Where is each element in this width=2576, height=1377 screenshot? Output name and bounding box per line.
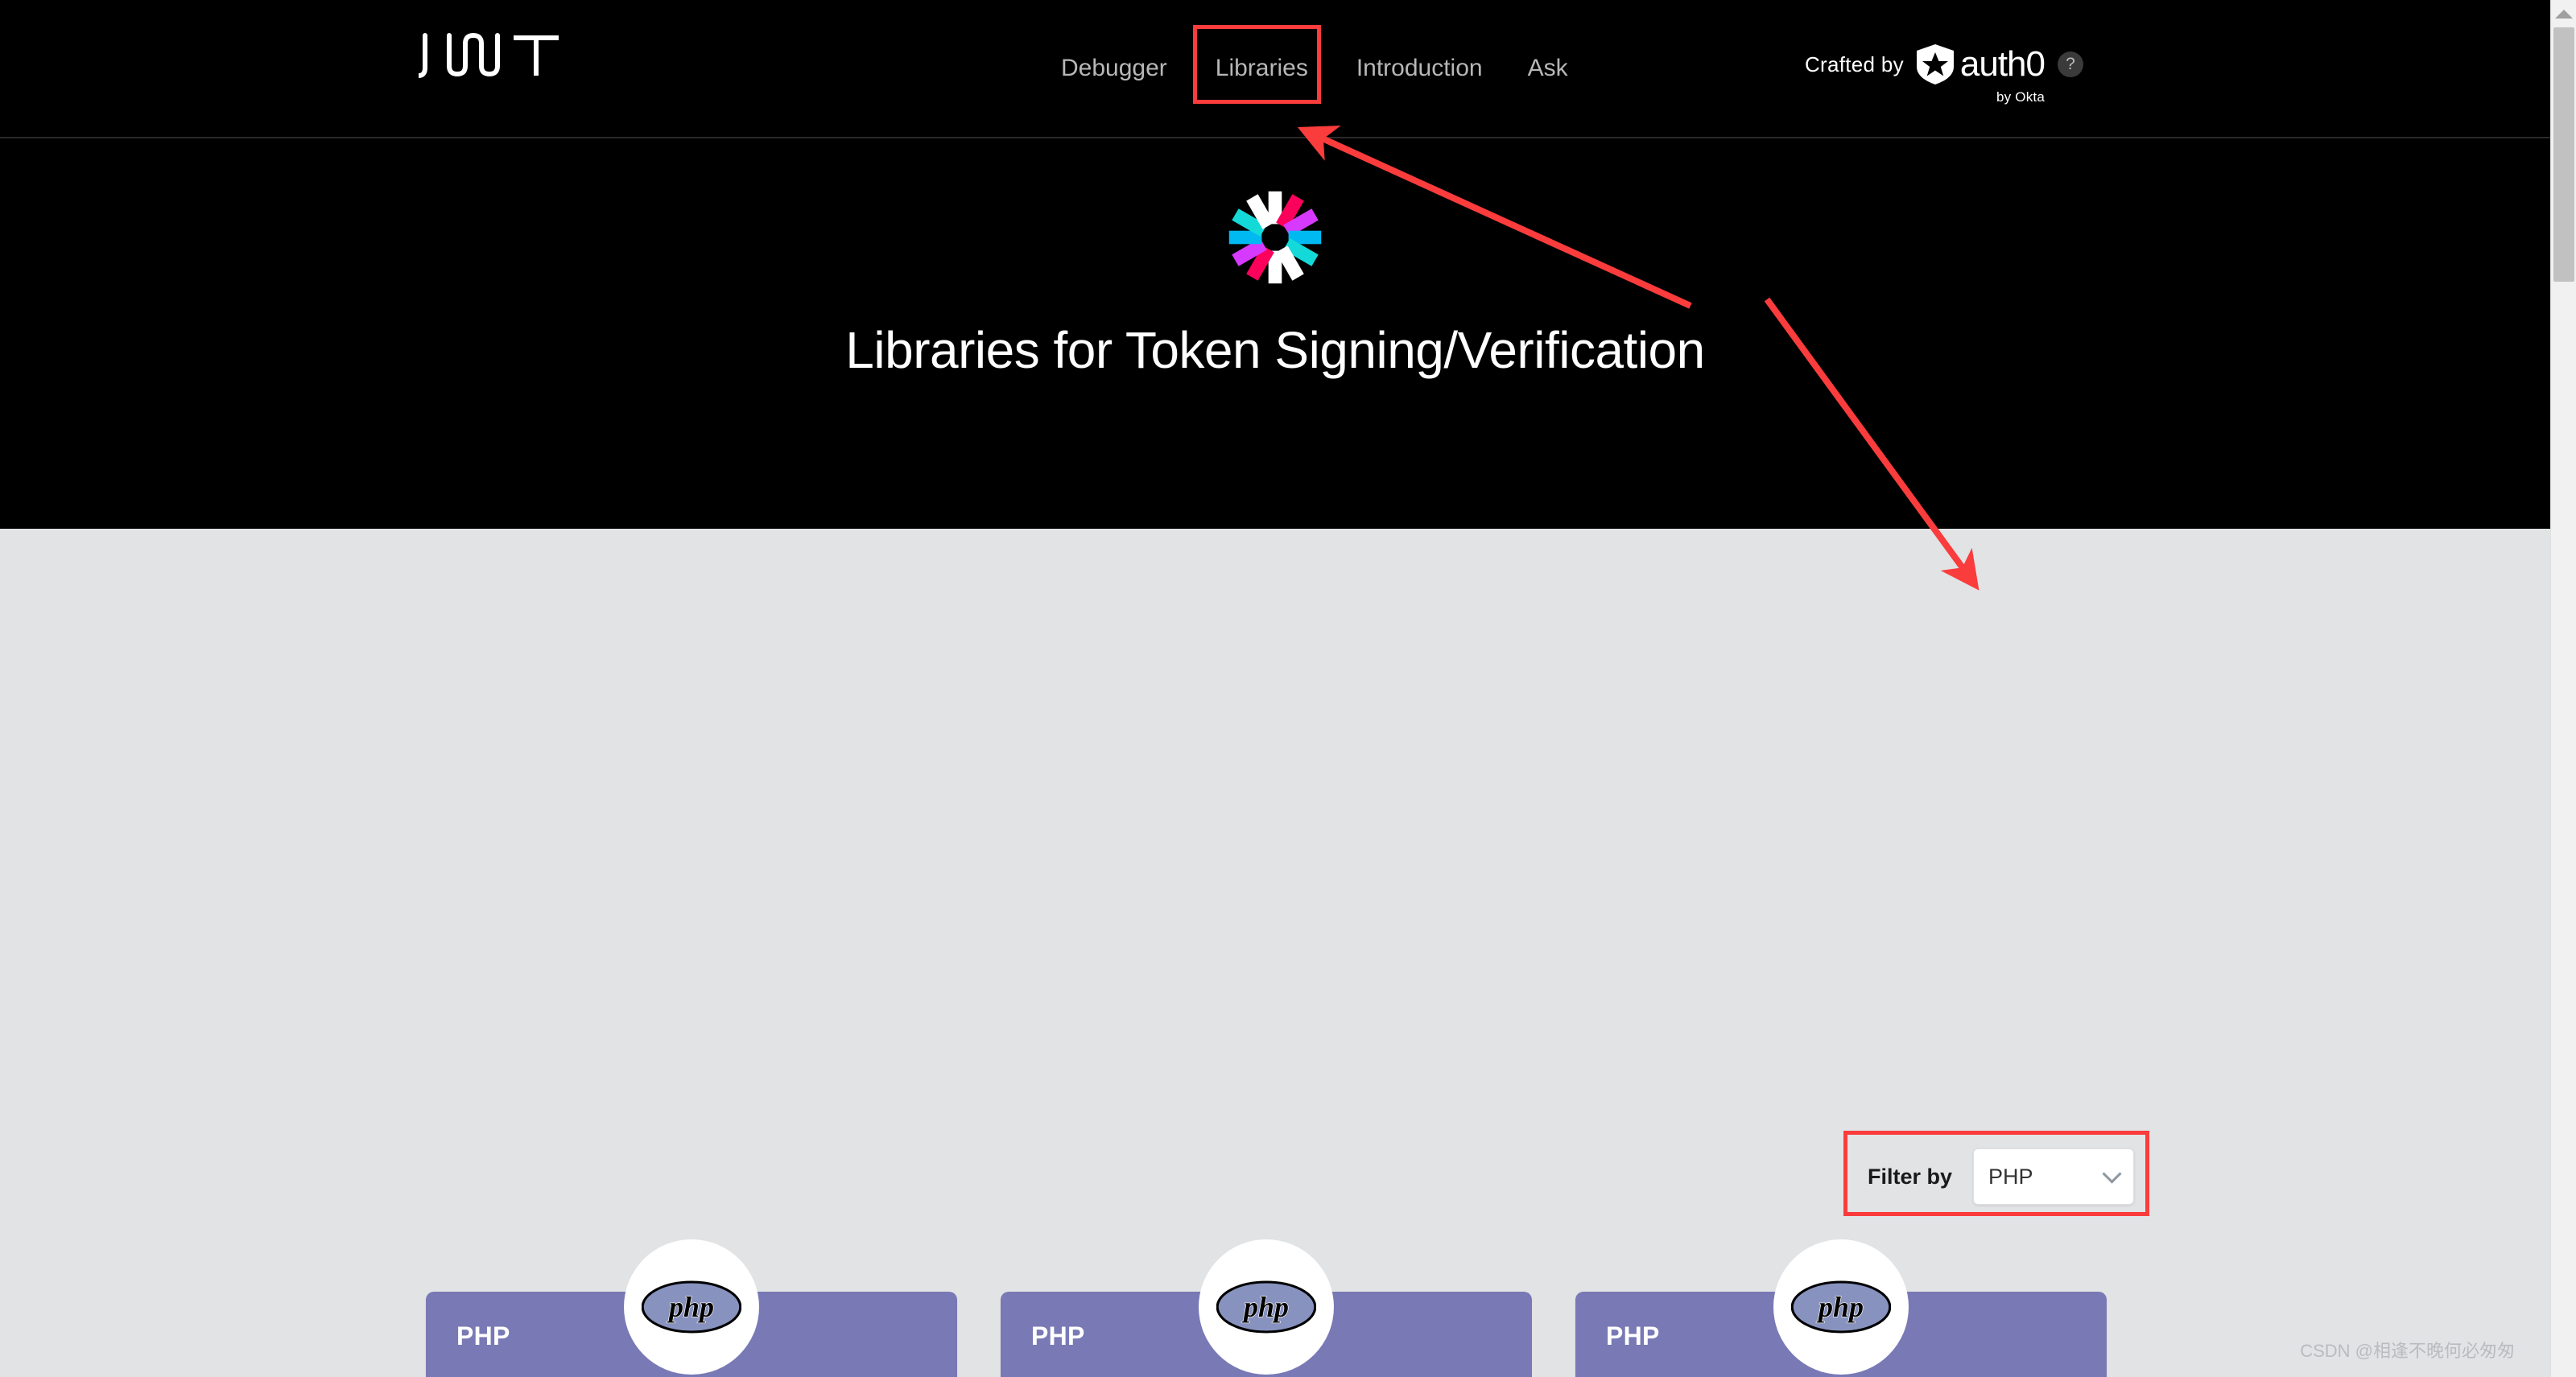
auth0-lockup[interactable]: auth0 by Okta <box>1916 44 2046 105</box>
nav-links: Debugger Libraries Introduction Ask <box>1038 0 1591 137</box>
page-scrollbar[interactable] <box>2550 0 2576 1377</box>
svg-text:php: php <box>1816 1291 1864 1323</box>
csdn-watermark: CSDN @相逢不晚何必匆匆 <box>2300 1341 2515 1361</box>
library-card-list: phpPHPMINIMUM VERSION 2.0.0?SignHS256Ver… <box>426 1239 2107 1377</box>
jwt-logo[interactable] <box>419 32 572 79</box>
nav-item-libraries[interactable]: Libraries <box>1198 55 1326 81</box>
language-filter-select[interactable]: PHP <box>1973 1148 2135 1205</box>
card-language-logo: php <box>1199 1239 1334 1375</box>
svg-text:php: php <box>1241 1291 1289 1323</box>
library-card: phpPHPMINIMUM VERSION 4.1.0?SignHS256Ver… <box>1001 1239 1532 1377</box>
language-filter-value: PHP <box>1988 1164 2033 1189</box>
nav-item-introduction[interactable]: Introduction <box>1334 54 1505 83</box>
card-language-logo: php <box>624 1239 759 1375</box>
chevron-down-icon <box>2102 1164 2122 1184</box>
library-card: phpPHPSignHS256VerifyHS384iss checkHS512… <box>1575 1239 2107 1377</box>
hero-section: Libraries for Token Signing/Verification <box>0 138 2550 529</box>
nav-item-ask[interactable]: Ask <box>1505 54 1591 83</box>
crafted-by-block: Crafted by auth0 by Okta ? <box>1804 44 2083 105</box>
crafted-by-label: Crafted by <box>1804 52 1904 76</box>
card-language-title: PHP <box>1031 1321 1085 1350</box>
auth0-shield-icon <box>1916 44 1954 85</box>
auth0-wordmark: auth0 <box>1959 44 2046 84</box>
nav-item-debugger[interactable]: Debugger <box>1038 54 1190 83</box>
jwt-spinner-icon <box>0 138 2550 290</box>
top-navbar: Debugger Libraries Introduction Ask Craf… <box>0 0 2550 138</box>
php-logo-icon: php <box>1216 1280 1316 1334</box>
page-content: Debugger Libraries Introduction Ask Craf… <box>0 0 2550 1377</box>
browser-viewport: Debugger Libraries Introduction Ask Craf… <box>0 0 2576 1377</box>
jwt-wordmark-icon <box>419 32 559 78</box>
library-card: phpPHPMINIMUM VERSION 2.0.0?SignHS256Ver… <box>426 1239 957 1377</box>
php-logo-icon: php <box>1791 1280 1891 1334</box>
card-language-title: PHP <box>456 1321 510 1350</box>
auth0-by-okta-label: by Okta <box>1996 89 2045 105</box>
card-language-title: PHP <box>1606 1321 1660 1350</box>
page-title: Libraries for Token Signing/Verification <box>845 321 1705 379</box>
scroll-up-arrow-icon[interactable] <box>2554 10 2573 19</box>
svg-text:php: php <box>667 1291 714 1323</box>
card-language-logo: php <box>1773 1239 1909 1375</box>
filter-label: Filter by <box>1868 1164 1953 1189</box>
nav-item-libraries-wrapper: Libraries <box>1192 25 1326 104</box>
filter-bar: Filter by PHP <box>1843 1131 2158 1222</box>
scrollbar-thumb[interactable] <box>2553 27 2574 282</box>
php-logo-icon: php <box>642 1280 741 1334</box>
help-icon[interactable]: ? <box>2058 52 2083 77</box>
libraries-body: Filter by PHP phpPHPMINIMUM VERSION 2.0.… <box>0 529 2550 1377</box>
